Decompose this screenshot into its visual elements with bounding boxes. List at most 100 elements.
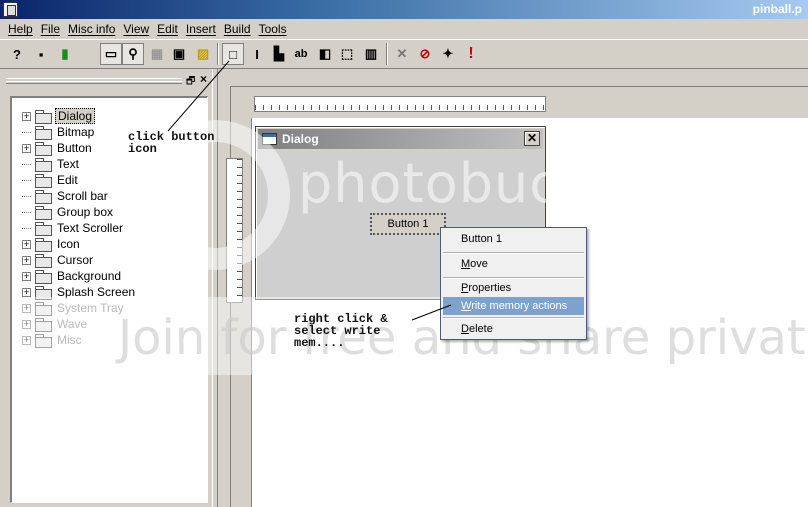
- tree-item[interactable]: + Button: [22, 140, 94, 156]
- menu-tools[interactable]: Tools: [255, 22, 291, 36]
- tree-item[interactable]: Group box: [22, 204, 115, 220]
- toolbar: ? ▪ ▮ ▭ ⚲ ▦ ▣ ▨ □ I ▙ ab ◧ ⬚ ▥ ✕ ⊘ ✦ !: [0, 39, 808, 69]
- help-icon[interactable]: ?: [6, 43, 28, 65]
- menu-file[interactable]: File: [37, 22, 64, 36]
- tree-connector: [22, 163, 31, 165]
- tree-item[interactable]: + System Tray: [22, 300, 126, 316]
- tree-item[interactable]: + Cursor: [22, 252, 95, 268]
- tree-item-label: Background: [57, 269, 122, 283]
- tree-item[interactable]: + Icon: [22, 236, 82, 252]
- menu-edit[interactable]: Edit: [153, 22, 182, 36]
- tree-item-label: Icon: [57, 237, 80, 251]
- panel-grip[interactable]: [6, 78, 182, 84]
- dialog-title-bar[interactable]: Dialog ✕: [258, 129, 543, 149]
- menu-item-write-mnemonic: W: [461, 300, 472, 312]
- menu-item-properties-rest: roperties: [468, 282, 512, 294]
- menu-item-write-memory-actions[interactable]: Write memory actions: [443, 297, 584, 315]
- tree-connector: [22, 227, 31, 229]
- tree-connector: [22, 179, 31, 181]
- menu-build[interactable]: Build: [220, 22, 255, 36]
- expand-icon[interactable]: +: [22, 143, 31, 153]
- window-icon[interactable]: ▭: [100, 43, 122, 65]
- dialog-window-icon: [262, 133, 277, 145]
- tree-item-label: Text: [57, 157, 80, 171]
- expand-icon[interactable]: +: [22, 239, 31, 249]
- dialog-close-button[interactable]: ✕: [524, 131, 540, 146]
- tree-item[interactable]: + Splash Screen: [22, 284, 137, 300]
- dialog-title: Dialog: [282, 132, 319, 146]
- expand-icon[interactable]: +: [22, 303, 31, 313]
- annotation-right-click: right click & select write mem....: [294, 312, 388, 350]
- toolbar-separator: [217, 43, 219, 65]
- tree-item[interactable]: Scroll bar: [22, 188, 110, 204]
- grid-icon[interactable]: ▦: [146, 43, 168, 65]
- menu-item-move-rest: ove: [470, 258, 488, 270]
- folder-icon: [35, 334, 52, 348]
- tree-item[interactable]: + Wave: [22, 316, 89, 332]
- tree-item[interactable]: + Misc: [22, 332, 84, 348]
- resource-tree[interactable]: + Dialog Bitmap + Button Text Edit Scroll bar Gr…: [10, 96, 208, 503]
- expand-icon[interactable]: +: [22, 319, 31, 329]
- context-menu: Button 1 Move Properties Write memory ac…: [440, 227, 587, 340]
- film-icon[interactable]: ▥: [360, 43, 382, 65]
- expand-icon[interactable]: +: [22, 271, 31, 281]
- app-window: pinball.p Help File Misc info View Edit …: [0, 0, 808, 507]
- tree-item-label: Bitmap: [57, 125, 95, 139]
- menu-item-properties[interactable]: Properties: [443, 279, 584, 297]
- folder-icon: [35, 270, 52, 284]
- tree-item-label: Scroll bar: [57, 189, 108, 203]
- menu-item-move-mnemonic: M: [461, 258, 471, 270]
- menu-misc-info[interactable]: Misc info: [64, 22, 119, 36]
- folder-icon: [35, 286, 52, 300]
- screen-icon[interactable]: ▣: [168, 43, 190, 65]
- tree-item-label: Text Scroller: [57, 221, 124, 235]
- edit-control-icon[interactable]: ab: [290, 43, 312, 65]
- folder-icon: [35, 222, 52, 236]
- menu-separator: [443, 317, 584, 319]
- expand-icon[interactable]: +: [22, 287, 31, 297]
- button-control-icon[interactable]: □: [222, 43, 244, 65]
- scrollbar-control-icon[interactable]: ◧: [314, 43, 336, 65]
- expand-icon[interactable]: +: [22, 255, 31, 265]
- alert-icon[interactable]: !: [460, 43, 482, 65]
- tree-connector: [22, 211, 31, 213]
- tree-item-label: System Tray: [57, 301, 124, 315]
- chart-icon[interactable]: ▮: [54, 43, 76, 65]
- tree-item[interactable]: Text Scroller: [22, 220, 125, 236]
- tree-item[interactable]: + Background: [22, 268, 123, 284]
- tree-item[interactable]: Edit: [22, 172, 80, 188]
- stop-icon[interactable]: ⊘: [414, 43, 436, 65]
- delete-x-icon[interactable]: ✕: [391, 43, 413, 65]
- vertical-ruler: [226, 158, 243, 303]
- save-icon[interactable]: ▪: [30, 43, 52, 65]
- horizontal-ruler: [254, 96, 546, 112]
- menu-item-move[interactable]: Move: [443, 255, 584, 273]
- tree-item[interactable]: Bitmap: [22, 124, 96, 140]
- tree-item[interactable]: Text: [22, 156, 81, 172]
- menu-item-delete-rest: elete: [468, 323, 493, 335]
- tools-icon[interactable]: ✦: [437, 43, 459, 65]
- blank-icon[interactable]: [78, 43, 100, 65]
- folder-icon: [35, 142, 52, 156]
- restore-icon[interactable]: 🗗: [186, 74, 195, 91]
- menu-help[interactable]: Help: [4, 22, 37, 36]
- folder-icon: [35, 174, 52, 188]
- tree-item[interactable]: + Dialog: [22, 108, 96, 124]
- menu-item-delete[interactable]: Delete: [443, 320, 584, 338]
- expand-icon[interactable]: +: [22, 111, 31, 121]
- folder-icon: [35, 126, 52, 140]
- menu-view[interactable]: View: [119, 22, 153, 36]
- menu-insert[interactable]: Insert: [182, 22, 220, 36]
- title-bar: pinball.p: [0, 0, 808, 19]
- menu-separator: [443, 252, 584, 254]
- expand-icon[interactable]: +: [22, 335, 31, 345]
- image-control-icon[interactable]: ▙: [268, 43, 290, 65]
- app-icon[interactable]: [3, 2, 18, 17]
- groupbox-control-icon[interactable]: ⬚: [336, 43, 358, 65]
- paint-icon[interactable]: ▨: [192, 43, 214, 65]
- close-icon[interactable]: ×: [200, 72, 207, 86]
- dialog-button-1[interactable]: Button 1: [370, 213, 446, 235]
- magnifier-icon[interactable]: ⚲: [122, 43, 144, 65]
- tree-item-label: Splash Screen: [57, 285, 136, 299]
- text-cursor-icon[interactable]: I: [246, 43, 268, 65]
